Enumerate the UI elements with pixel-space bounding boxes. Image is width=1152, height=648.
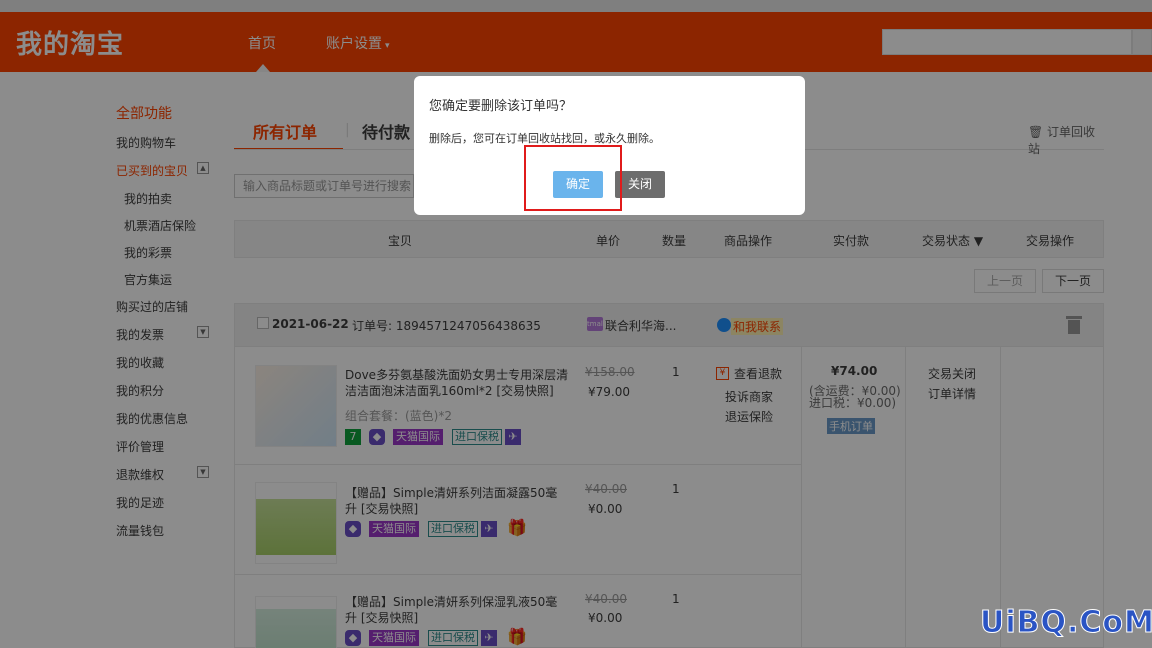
highlight-annotation-box [524,145,622,211]
site-watermark: UiBQ.CoM [980,605,1152,641]
close-button[interactable]: 关闭 [615,171,665,198]
dialog-message: 删除后，您可在订单回收站找回，或永久删除。 [429,132,660,145]
dialog-title: 您确定要删除该订单吗？ [429,99,573,114]
